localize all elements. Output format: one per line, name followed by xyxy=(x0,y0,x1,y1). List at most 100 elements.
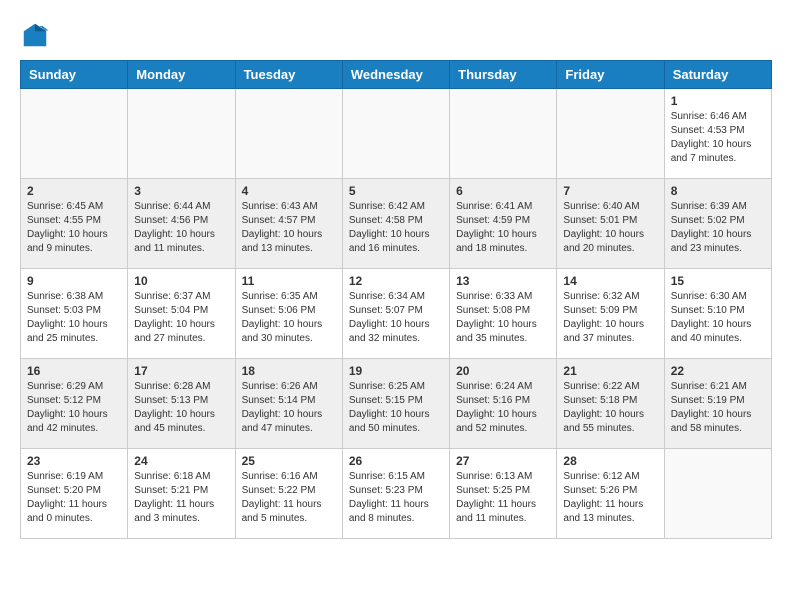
calendar-day-cell: 8 Sunrise: 6:39 AM Sunset: 5:02 PM Daylig… xyxy=(664,179,771,269)
day-info: Sunrise: 6:29 AM Sunset: 5:12 PM Dayligh… xyxy=(27,380,121,436)
calendar-day-cell: 15Sunrise: 6:30 AM Sunset: 5:10 PM Dayli… xyxy=(664,269,771,359)
day-info: Sunrise: 6:35 AM Sunset: 5:06 PM Dayligh… xyxy=(242,290,336,346)
calendar-day-cell: 21 Sunrise: 6:22 AM Sunset: 5:18 PM Dayli… xyxy=(557,359,664,449)
day-info: Sunrise: 6:19 AM Sunset: 5:20 PM Dayligh… xyxy=(27,470,121,526)
day-number: 20 xyxy=(456,364,550,378)
calendar-day-cell: 1 Sunrise: 6:46 AM Sunset: 4:53 PM Daylig… xyxy=(664,89,771,179)
calendar-week-row: 1 Sunrise: 6:46 AM Sunset: 4:53 PM Daylig… xyxy=(21,89,772,179)
day-info: Sunrise: 6:26 AM Sunset: 5:14 PM Dayligh… xyxy=(242,380,336,436)
calendar-day-cell: 11 Sunrise: 6:35 AM Sunset: 5:06 PM Dayli… xyxy=(235,269,342,359)
calendar-day-cell: 14 Sunrise: 6:32 AM Sunset: 5:09 PM Dayli… xyxy=(557,269,664,359)
calendar-day-cell: 16 Sunrise: 6:29 AM Sunset: 5:12 PM Dayli… xyxy=(21,359,128,449)
calendar-day-cell: 9 Sunrise: 6:38 AM Sunset: 5:03 PM Daylig… xyxy=(21,269,128,359)
calendar-week-row: 16 Sunrise: 6:29 AM Sunset: 5:12 PM Dayli… xyxy=(21,359,772,449)
calendar-day-cell: 22 Sunrise: 6:21 AM Sunset: 5:19 PM Dayli… xyxy=(664,359,771,449)
day-of-week-header: Sunday xyxy=(21,61,128,89)
calendar-day-cell xyxy=(557,89,664,179)
day-number: 7 xyxy=(563,184,657,198)
calendar-day-cell: 6 Sunrise: 6:41 AM Sunset: 4:59 PM Daylig… xyxy=(450,179,557,269)
day-number: 11 xyxy=(242,274,336,288)
day-number: 5 xyxy=(349,184,443,198)
day-number: 22 xyxy=(671,364,765,378)
day-number: 24 xyxy=(134,454,228,468)
day-info: Sunrise: 6:13 AM Sunset: 5:25 PM Dayligh… xyxy=(456,470,550,526)
day-info: Sunrise: 6:43 AM Sunset: 4:57 PM Dayligh… xyxy=(242,200,336,256)
day-of-week-header: Monday xyxy=(128,61,235,89)
calendar-table: SundayMondayTuesdayWednesdayThursdayFrid… xyxy=(20,60,772,539)
day-number: 13 xyxy=(456,274,550,288)
day-info: Sunrise: 6:21 AM Sunset: 5:19 PM Dayligh… xyxy=(671,380,765,436)
day-number: 9 xyxy=(27,274,121,288)
day-of-week-header: Tuesday xyxy=(235,61,342,89)
day-info: Sunrise: 6:12 AM Sunset: 5:26 PM Dayligh… xyxy=(563,470,657,526)
calendar-day-cell: 7 Sunrise: 6:40 AM Sunset: 5:01 PM Daylig… xyxy=(557,179,664,269)
calendar-day-cell: 5 Sunrise: 6:42 AM Sunset: 4:58 PM Daylig… xyxy=(342,179,449,269)
day-info: Sunrise: 6:45 AM Sunset: 4:55 PM Dayligh… xyxy=(27,200,121,256)
page-header xyxy=(20,20,772,50)
day-info: Sunrise: 6:28 AM Sunset: 5:13 PM Dayligh… xyxy=(134,380,228,436)
day-number: 1 xyxy=(671,94,765,108)
day-of-week-header: Saturday xyxy=(664,61,771,89)
day-info: Sunrise: 6:42 AM Sunset: 4:58 PM Dayligh… xyxy=(349,200,443,256)
day-info: Sunrise: 6:46 AM Sunset: 4:53 PM Dayligh… xyxy=(671,110,765,166)
day-number: 19 xyxy=(349,364,443,378)
day-number: 2 xyxy=(27,184,121,198)
calendar-day-cell: 18 Sunrise: 6:26 AM Sunset: 5:14 PM Dayli… xyxy=(235,359,342,449)
day-number: 6 xyxy=(456,184,550,198)
calendar-day-cell: 28 Sunrise: 6:12 AM Sunset: 5:26 PM Dayli… xyxy=(557,449,664,539)
calendar-day-cell: 3 Sunrise: 6:44 AM Sunset: 4:56 PM Daylig… xyxy=(128,179,235,269)
day-number: 15 xyxy=(671,274,765,288)
calendar-day-cell xyxy=(128,89,235,179)
day-number: 14 xyxy=(563,274,657,288)
day-info: Sunrise: 6:40 AM Sunset: 5:01 PM Dayligh… xyxy=(563,200,657,256)
day-number: 10 xyxy=(134,274,228,288)
day-number: 18 xyxy=(242,364,336,378)
day-info: Sunrise: 6:15 AM Sunset: 5:23 PM Dayligh… xyxy=(349,470,443,526)
day-number: 28 xyxy=(563,454,657,468)
day-info: Sunrise: 6:39 AM Sunset: 5:02 PM Dayligh… xyxy=(671,200,765,256)
calendar-header-row: SundayMondayTuesdayWednesdayThursdayFrid… xyxy=(21,61,772,89)
calendar-day-cell: 12 Sunrise: 6:34 AM Sunset: 5:07 PM Dayli… xyxy=(342,269,449,359)
calendar-day-cell xyxy=(235,89,342,179)
logo-icon xyxy=(20,20,50,50)
calendar-day-cell: 26 Sunrise: 6:15 AM Sunset: 5:23 PM Dayli… xyxy=(342,449,449,539)
calendar-day-cell xyxy=(664,449,771,539)
day-info: Sunrise: 6:25 AM Sunset: 5:15 PM Dayligh… xyxy=(349,380,443,436)
calendar-day-cell: 4 Sunrise: 6:43 AM Sunset: 4:57 PM Daylig… xyxy=(235,179,342,269)
calendar-day-cell: 13Sunrise: 6:33 AM Sunset: 5:08 PM Dayli… xyxy=(450,269,557,359)
day-number: 26 xyxy=(349,454,443,468)
calendar-day-cell: 20 Sunrise: 6:24 AM Sunset: 5:16 PM Dayli… xyxy=(450,359,557,449)
calendar-day-cell xyxy=(450,89,557,179)
calendar-day-cell: 10Sunrise: 6:37 AM Sunset: 5:04 PM Dayli… xyxy=(128,269,235,359)
day-of-week-header: Thursday xyxy=(450,61,557,89)
calendar-day-cell: 25Sunrise: 6:16 AM Sunset: 5:22 PM Dayli… xyxy=(235,449,342,539)
day-info: Sunrise: 6:22 AM Sunset: 5:18 PM Dayligh… xyxy=(563,380,657,436)
day-number: 23 xyxy=(27,454,121,468)
day-info: Sunrise: 6:41 AM Sunset: 4:59 PM Dayligh… xyxy=(456,200,550,256)
day-info: Sunrise: 6:24 AM Sunset: 5:16 PM Dayligh… xyxy=(456,380,550,436)
day-info: Sunrise: 6:38 AM Sunset: 5:03 PM Dayligh… xyxy=(27,290,121,346)
calendar-day-cell: 2 Sunrise: 6:45 AM Sunset: 4:55 PM Daylig… xyxy=(21,179,128,269)
calendar-day-cell: 24Sunrise: 6:18 AM Sunset: 5:21 PM Dayli… xyxy=(128,449,235,539)
day-number: 3 xyxy=(134,184,228,198)
day-number: 17 xyxy=(134,364,228,378)
logo xyxy=(20,20,54,50)
day-number: 12 xyxy=(349,274,443,288)
day-number: 27 xyxy=(456,454,550,468)
day-number: 4 xyxy=(242,184,336,198)
day-info: Sunrise: 6:34 AM Sunset: 5:07 PM Dayligh… xyxy=(349,290,443,346)
day-number: 16 xyxy=(27,364,121,378)
calendar-week-row: 2 Sunrise: 6:45 AM Sunset: 4:55 PM Daylig… xyxy=(21,179,772,269)
day-info: Sunrise: 6:32 AM Sunset: 5:09 PM Dayligh… xyxy=(563,290,657,346)
day-number: 8 xyxy=(671,184,765,198)
calendar-week-row: 23 Sunrise: 6:19 AM Sunset: 5:20 PM Dayli… xyxy=(21,449,772,539)
day-number: 21 xyxy=(563,364,657,378)
calendar-day-cell: 23 Sunrise: 6:19 AM Sunset: 5:20 PM Dayli… xyxy=(21,449,128,539)
day-of-week-header: Friday xyxy=(557,61,664,89)
day-of-week-header: Wednesday xyxy=(342,61,449,89)
calendar-week-row: 9 Sunrise: 6:38 AM Sunset: 5:03 PM Daylig… xyxy=(21,269,772,359)
day-info: Sunrise: 6:44 AM Sunset: 4:56 PM Dayligh… xyxy=(134,200,228,256)
calendar-day-cell xyxy=(342,89,449,179)
calendar-day-cell: 19 Sunrise: 6:25 AM Sunset: 5:15 PM Dayli… xyxy=(342,359,449,449)
calendar-day-cell: 27 Sunrise: 6:13 AM Sunset: 5:25 PM Dayli… xyxy=(450,449,557,539)
